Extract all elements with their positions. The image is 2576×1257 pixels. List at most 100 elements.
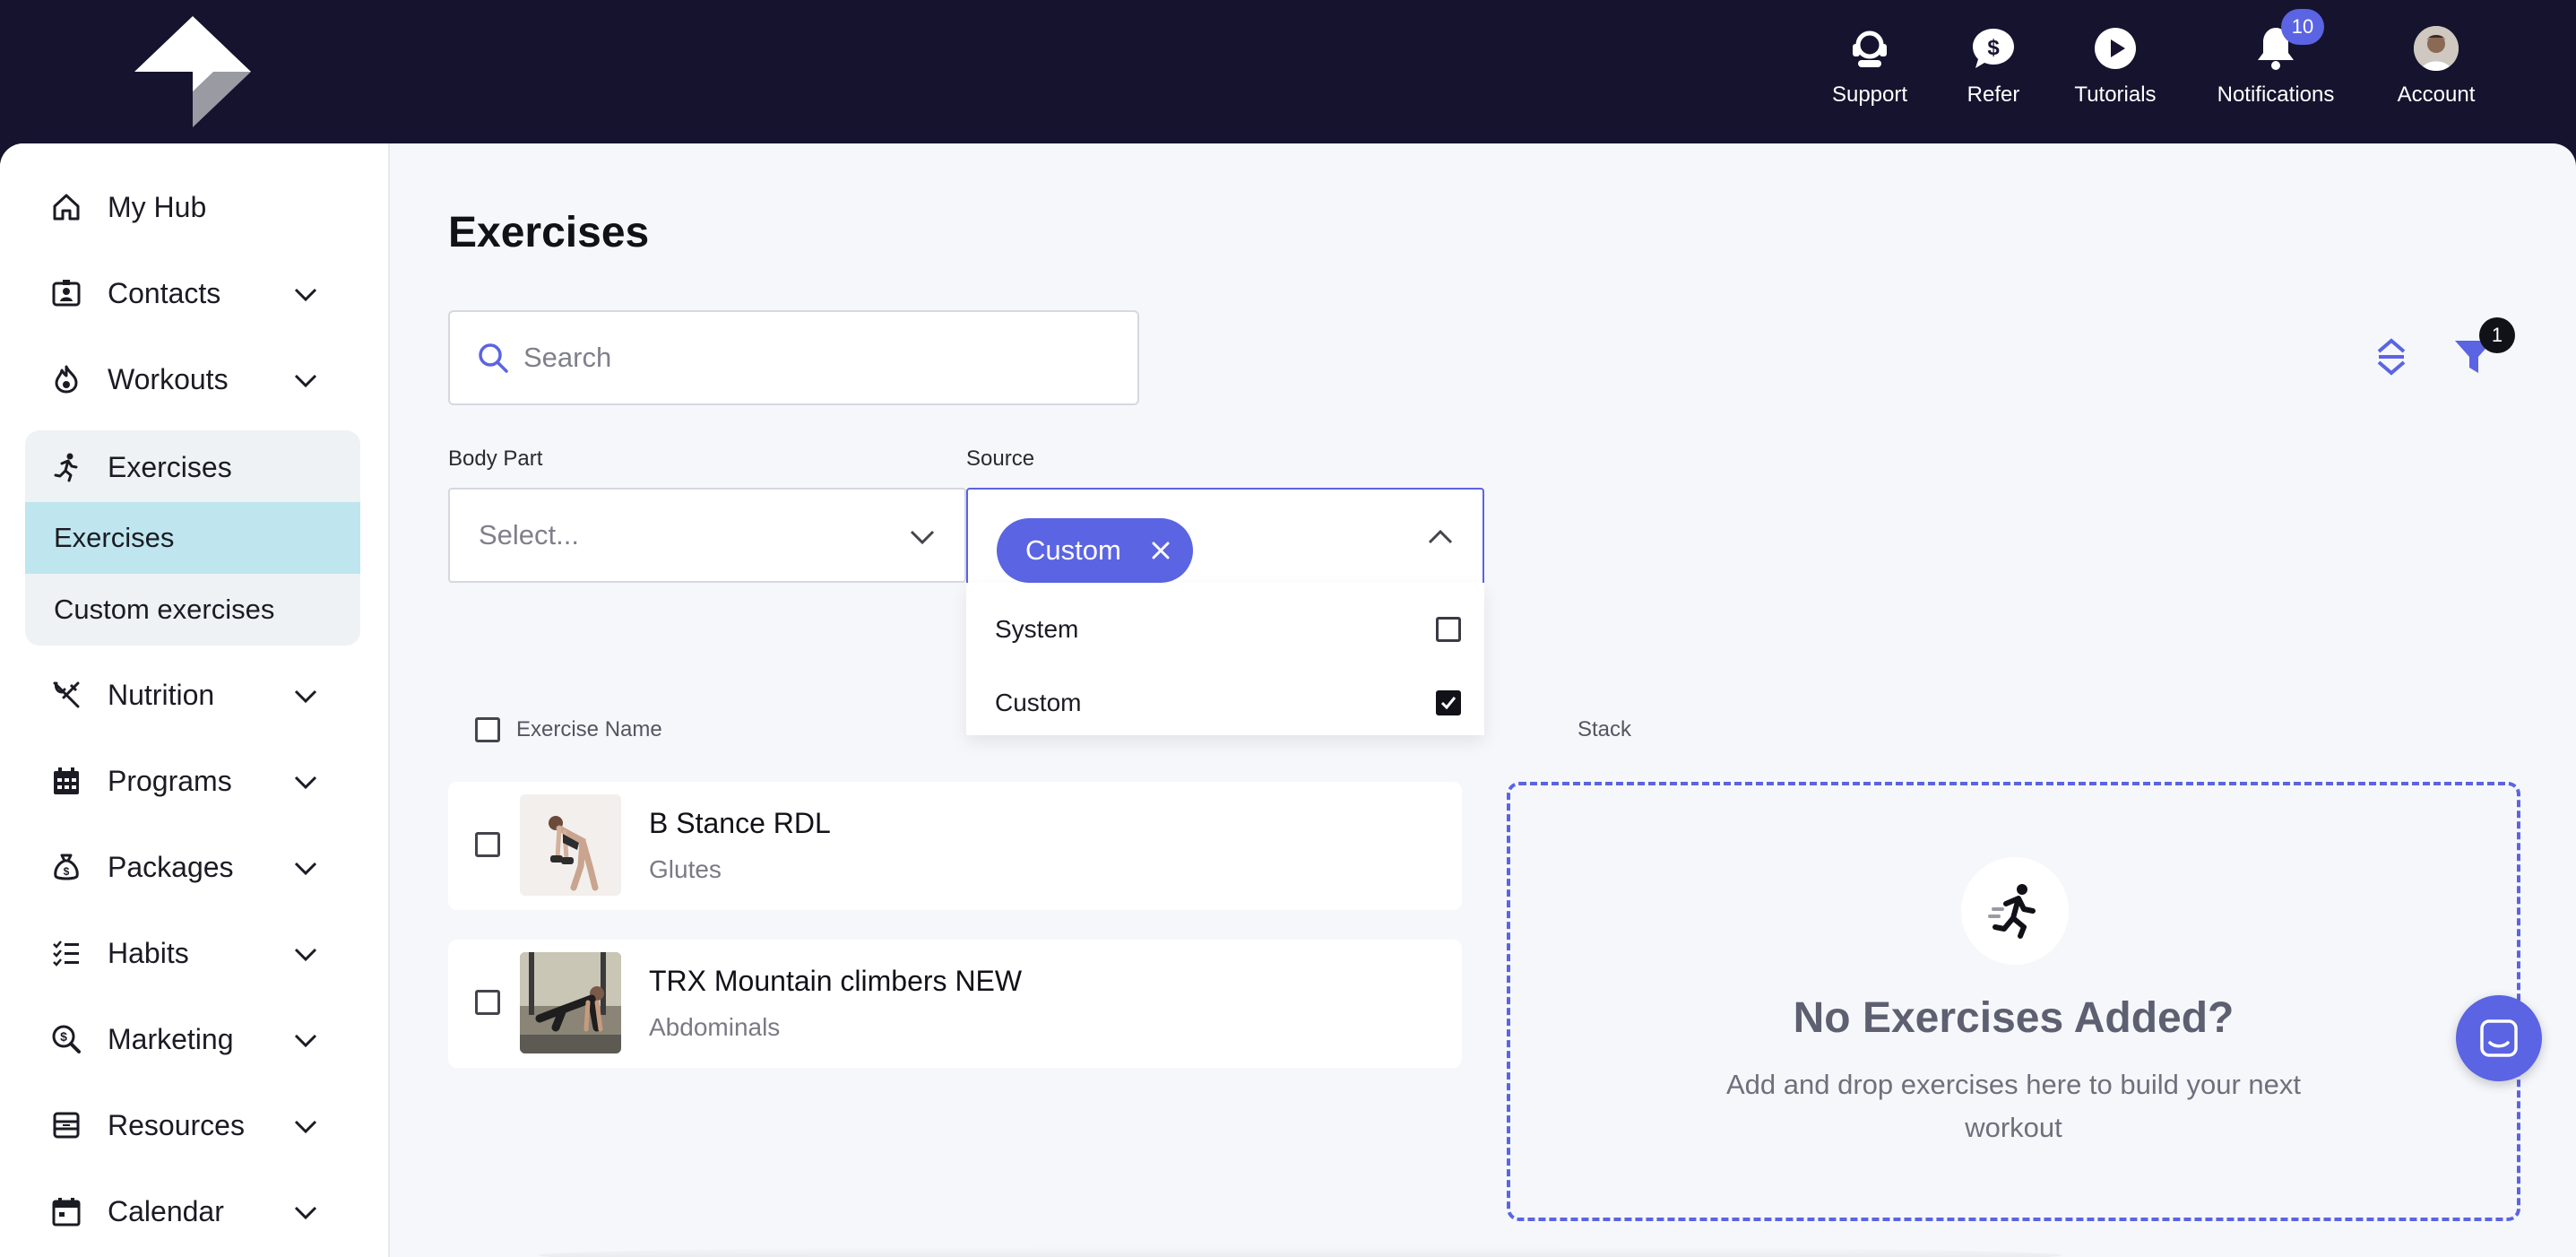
- sidebar-item-label: Resources: [108, 1108, 245, 1141]
- avatar: [2414, 26, 2459, 71]
- chevron-up-icon: [1428, 529, 1453, 544]
- body-part-label: Body Part: [448, 446, 543, 471]
- table-row[interactable]: B Stance RDL Glutes: [448, 782, 1462, 910]
- source-label: Source: [966, 446, 1035, 471]
- search-placeholder: Search: [523, 342, 612, 373]
- refer-button[interactable]: $ Refer: [1961, 25, 2026, 124]
- page-title: Exercises: [448, 209, 650, 256]
- account-button[interactable]: Account: [2395, 25, 2477, 124]
- sidebar-item-contacts[interactable]: Contacts: [50, 266, 364, 320]
- chat-icon: [2480, 1019, 2518, 1057]
- sidebar-item-workouts[interactable]: Workouts: [50, 352, 364, 406]
- checkmark-icon: [1440, 697, 1457, 710]
- sidebar-item-marketing[interactable]: $ Marketing: [50, 1012, 364, 1066]
- sidebar-item-programs[interactable]: Programs: [50, 754, 364, 808]
- chevron-down-icon: [910, 530, 935, 545]
- refer-label: Refer: [1967, 82, 2020, 107]
- sidebar-subitem-exercises[interactable]: Exercises: [25, 502, 360, 574]
- sidebar-subitem-custom-exercises[interactable]: Custom exercises: [25, 574, 360, 646]
- notification-count-badge: 10: [2281, 9, 2324, 45]
- filter-button[interactable]: 1: [2447, 317, 2515, 384]
- sidebar-subitem-label: Custom exercises: [54, 594, 275, 625]
- body-part-select[interactable]: Select...: [448, 488, 966, 583]
- sidebar-item-calendar[interactable]: Calendar: [50, 1184, 364, 1238]
- chevron-down-icon: [294, 1120, 317, 1134]
- option-label: Custom: [995, 689, 1082, 716]
- archive-icon: [50, 1109, 82, 1141]
- search-input[interactable]: Search: [448, 310, 1139, 405]
- row-checkbox[interactable]: [475, 990, 500, 1015]
- row-checkbox[interactable]: [475, 832, 500, 857]
- headset-icon: [1846, 25, 1893, 72]
- sidebar-item-nutrition[interactable]: Nutrition: [50, 668, 364, 722]
- calendar-grid-icon: [50, 765, 82, 797]
- close-icon[interactable]: [1150, 540, 1171, 561]
- home-icon: [50, 191, 82, 223]
- sidebar-subitem-label: Exercises: [54, 522, 175, 553]
- chevron-down-icon: [294, 776, 317, 790]
- content-panel: My Hub Contacts Workouts Exercises Exerc…: [0, 143, 2576, 1257]
- notifications-label: Notifications: [2217, 82, 2335, 107]
- source-select[interactable]: Custom: [966, 488, 1484, 583]
- sidebar-item-label: Programs: [108, 764, 232, 797]
- chevron-down-icon: [294, 374, 317, 388]
- search-dollar-icon: $: [50, 1023, 82, 1055]
- sidebar-item-label: Marketing: [108, 1022, 234, 1055]
- sidebar-item-my-hub[interactable]: My Hub: [50, 180, 364, 234]
- exercise-name-header: Exercise Name: [475, 717, 662, 742]
- support-label: Support: [1831, 82, 1908, 107]
- play-circle-icon: [2092, 25, 2139, 72]
- select-all-checkbox[interactable]: [475, 717, 500, 742]
- exercise-name: B Stance RDL: [649, 807, 831, 839]
- top-bar: Support $ Refer Tutorials 10 Notificatio…: [0, 0, 2576, 143]
- stack-drop-zone[interactable]: No Exercises Added? Add and drop exercis…: [1507, 782, 2520, 1221]
- notifications-button[interactable]: 10 Notifications: [2212, 9, 2339, 124]
- svg-text:$: $: [64, 865, 70, 878]
- sidebar-item-label: Calendar: [108, 1194, 224, 1227]
- exercise-body-part: Abdominals: [649, 1013, 781, 1041]
- sidebar: My Hub Contacts Workouts Exercises Exerc…: [0, 143, 390, 1257]
- option-label: System: [995, 615, 1079, 643]
- support-button[interactable]: Support: [1828, 25, 1911, 124]
- sidebar-item-label: Habits: [108, 936, 189, 969]
- chat-button[interactable]: [2456, 995, 2542, 1081]
- flame-icon: [50, 363, 82, 395]
- source-chip-custom: Custom: [997, 518, 1193, 583]
- tutorials-button[interactable]: Tutorials: [2072, 25, 2158, 124]
- scroll-shadow: [538, 1246, 2062, 1257]
- exercise-thumbnail: [520, 952, 621, 1053]
- chip-label: Custom: [1025, 534, 1121, 566]
- chevron-down-icon: [294, 1034, 317, 1048]
- column-label: Exercise Name: [516, 717, 662, 741]
- chevron-down-icon: [294, 689, 317, 704]
- source-dropdown-menu: System Custom: [966, 583, 1484, 735]
- exercise-body-part: Glutes: [649, 855, 722, 883]
- sort-button[interactable]: [2364, 330, 2418, 384]
- table-row[interactable]: TRX Mountain climbers NEW Abdominals: [448, 940, 1462, 1068]
- body-part-placeholder: Select...: [479, 519, 579, 550]
- checkbox[interactable]: [1436, 617, 1461, 642]
- sidebar-item-habits[interactable]: Habits: [50, 926, 364, 980]
- sidebar-item-resources[interactable]: Resources: [50, 1098, 364, 1152]
- sidebar-item-label: Nutrition: [108, 678, 215, 711]
- brand-logo[interactable]: [134, 16, 251, 127]
- chevron-down-icon: [294, 862, 317, 876]
- column-label: Stack: [1578, 717, 1632, 741]
- search-icon: [479, 343, 508, 373]
- empty-state-title: No Exercises Added?: [1793, 994, 2235, 1042]
- chevron-down-icon: [294, 948, 317, 962]
- exercise-name: TRX Mountain climbers NEW: [649, 965, 1023, 997]
- fork-knife-icon: [50, 679, 82, 711]
- source-option-system[interactable]: System: [995, 602, 1461, 656]
- sidebar-item-label: My Hub: [108, 190, 207, 223]
- sidebar-item-label: Exercises: [108, 450, 232, 483]
- calendar-icon: [50, 1195, 82, 1227]
- sidebar-item-exercises[interactable]: Exercises: [50, 440, 360, 494]
- source-option-custom[interactable]: Custom: [995, 676, 1461, 730]
- sidebar-item-packages[interactable]: $ Packages: [50, 840, 364, 894]
- checkbox-checked[interactable]: [1436, 690, 1461, 715]
- runner-icon: [50, 451, 82, 483]
- bell-icon: 10: [2252, 9, 2324, 72]
- dollar-bubble-icon: $: [1970, 25, 2017, 72]
- sidebar-item-label: Packages: [108, 850, 234, 883]
